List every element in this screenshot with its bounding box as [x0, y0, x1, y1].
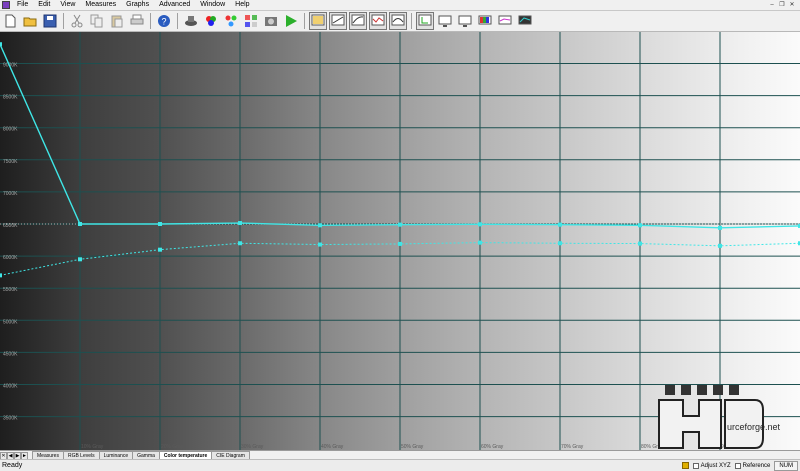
- toolbar-separator: [177, 13, 178, 29]
- toolbar-separator: [411, 13, 412, 29]
- restore-icon[interactable]: ❐: [778, 2, 786, 9]
- window-controls: – ❐ ✕: [768, 2, 800, 9]
- data-point: [398, 241, 402, 246]
- data-point: [238, 221, 242, 226]
- toolbar-separator: [304, 13, 305, 29]
- toolbar-separator: [150, 13, 151, 29]
- svg-text:?: ?: [161, 17, 166, 27]
- color-temp-view-icon[interactable]: [496, 12, 514, 30]
- monitor-view-icon[interactable]: [436, 12, 454, 30]
- reference-label: Reference: [742, 462, 771, 469]
- y-tick-label: 6000K: [3, 255, 18, 261]
- camera-icon[interactable]: [262, 12, 280, 30]
- y-tick-label: 8500K: [3, 95, 18, 101]
- settings-icon[interactable]: [242, 12, 260, 30]
- data-point: [398, 222, 402, 227]
- open-icon[interactable]: [21, 12, 39, 30]
- data-point: [558, 241, 562, 246]
- new-icon[interactable]: [1, 12, 19, 30]
- status-text: Ready: [2, 462, 23, 469]
- y-tick-label: 3500K: [3, 416, 18, 422]
- menu-bar: File Edit View Measures Graphs Advanced …: [0, 0, 800, 11]
- y-tick-label: 8000K: [3, 127, 18, 133]
- menu-view[interactable]: View: [55, 0, 80, 10]
- menu-measures[interactable]: Measures: [80, 0, 121, 10]
- rgb-icon[interactable]: [202, 12, 220, 30]
- graph-view-icon[interactable]: [516, 12, 534, 30]
- rgb-levels-view-icon[interactable]: [476, 12, 494, 30]
- minimize-icon[interactable]: –: [768, 2, 776, 9]
- saturation-view-icon[interactable]: [329, 12, 347, 30]
- adjust-xyz-checkbox[interactable]: [692, 462, 699, 469]
- color-temperature-chart[interactable]: 9000K 8500K 8000K 7500K 7000K 6500K 6000K 5500K…: [0, 32, 800, 450]
- print-icon[interactable]: [128, 12, 146, 30]
- menu-window[interactable]: Window: [195, 0, 230, 10]
- luminance-view-icon[interactable]: [349, 12, 367, 30]
- sensor-icon[interactable]: [182, 12, 200, 30]
- data-point: [0, 42, 2, 47]
- data-point: [478, 240, 482, 245]
- menu-graphs[interactable]: Graphs: [121, 0, 154, 10]
- num-lock-indicator: NUM: [774, 460, 798, 471]
- hdclub-logo: [658, 385, 764, 449]
- paste-icon[interactable]: [108, 12, 126, 30]
- y-tick-label: 7500K: [3, 159, 18, 165]
- data-point: [78, 257, 82, 262]
- menu-file[interactable]: File: [12, 0, 33, 10]
- adjust-xyz-toggle[interactable]: Adjust XYZ: [692, 462, 731, 469]
- data-point: [158, 222, 162, 226]
- data-point: [318, 223, 322, 228]
- y-tick-label: 5500K: [3, 287, 18, 293]
- app-icon[interactable]: [2, 1, 10, 9]
- menu-help[interactable]: Help: [230, 0, 254, 10]
- close-icon[interactable]: ✕: [788, 2, 796, 9]
- grayscale-view-icon[interactable]: [309, 12, 327, 30]
- menu-advanced[interactable]: Advanced: [154, 0, 195, 10]
- y-tick-label: 7000K: [3, 191, 18, 197]
- data-point: [638, 241, 642, 246]
- reference-checkbox[interactable]: [734, 462, 741, 469]
- data-point: [318, 242, 322, 247]
- status-right: Adjust XYZ Reference NUM: [681, 460, 800, 471]
- contrast-view-icon[interactable]: [389, 12, 407, 30]
- reference-toggle[interactable]: Reference: [734, 462, 771, 469]
- copy-icon[interactable]: [88, 12, 106, 30]
- warning-icon: [681, 462, 689, 469]
- monitor2-view-icon[interactable]: [456, 12, 474, 30]
- data-point: [238, 241, 242, 246]
- data-point: [478, 222, 482, 227]
- y-tick-label: 4500K: [3, 351, 18, 357]
- cut-icon[interactable]: [68, 12, 86, 30]
- save-icon[interactable]: [41, 12, 59, 30]
- data-point: [718, 243, 722, 248]
- help-icon[interactable]: ?: [155, 12, 173, 30]
- toolbar: ?: [0, 11, 800, 32]
- y-tick-label: 4000K: [3, 384, 18, 390]
- data-point: [718, 225, 722, 230]
- play-icon[interactable]: [282, 12, 300, 30]
- measure-view-icon[interactable]: [416, 12, 434, 30]
- watermark-text: urceforge.net: [727, 422, 781, 432]
- pattern-icon[interactable]: [222, 12, 240, 30]
- y-tick-label: 5000K: [3, 319, 18, 325]
- toolbar-separator: [63, 13, 64, 29]
- status-bar: Ready Adjust XYZ Reference NUM: [0, 459, 800, 471]
- gamma-view-icon[interactable]: [369, 12, 387, 30]
- data-point: [0, 273, 2, 278]
- adjust-xyz-label: Adjust XYZ: [700, 462, 731, 469]
- data-point: [78, 222, 82, 226]
- menu-edit[interactable]: Edit: [33, 0, 55, 10]
- data-point: [558, 222, 562, 227]
- data-point: [158, 247, 162, 252]
- data-point: [638, 223, 642, 228]
